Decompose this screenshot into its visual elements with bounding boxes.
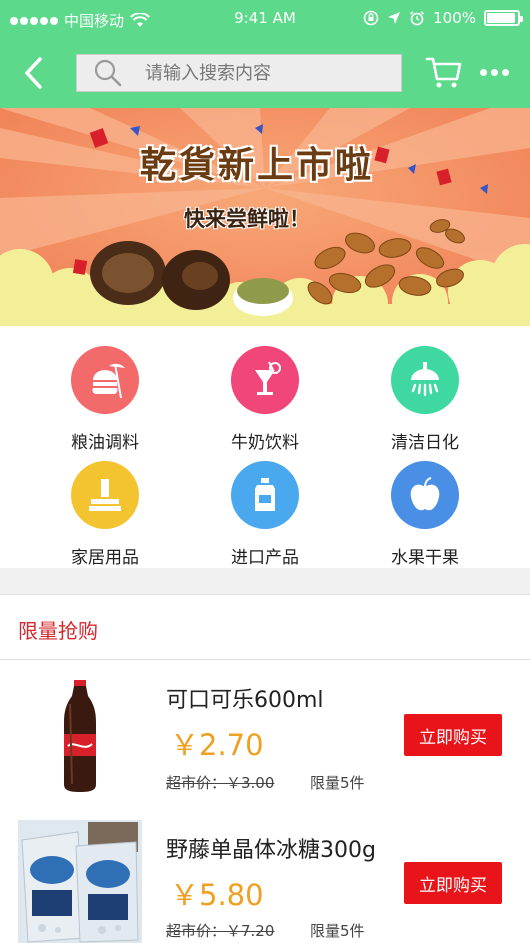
product-price: ￥2.70 — [170, 728, 264, 762]
grain-oil-icon — [71, 346, 139, 414]
location-icon — [388, 12, 401, 24]
rotation-lock-icon — [363, 10, 379, 26]
buy-now-button[interactable]: 立即购买 — [404, 862, 502, 904]
status-bar: 中国移动 9:41 AM 100% — [0, 0, 530, 38]
product-original-price: 超市价：￥7.20 — [166, 922, 275, 940]
battery-percent: 100% — [433, 9, 476, 27]
cart-button[interactable] — [424, 52, 464, 92]
search-icon — [94, 59, 122, 87]
product-image-cola — [18, 674, 142, 798]
product-name: 可口可乐600ml — [166, 688, 324, 713]
shower-icon — [391, 346, 459, 414]
product-limit: 限量5件 — [310, 774, 365, 792]
household-icon — [71, 461, 139, 529]
product-item[interactable]: 可口可乐600ml ￥2.70 超市价：￥3.00 限量5件 立即购买 — [0, 662, 530, 802]
status-icons: 100% — [363, 9, 523, 27]
category-label: 进口产品 — [231, 548, 299, 568]
category-grain-oil[interactable]: 粮油调料 — [35, 346, 175, 456]
cart-icon — [425, 57, 462, 88]
chevron-left-icon — [25, 57, 42, 89]
category-label: 牛奶饮料 — [231, 433, 299, 453]
more-dots-icon — [479, 68, 487, 76]
banner-subtitle: 快来尝鲜啦！ — [184, 207, 310, 231]
apple-icon — [391, 461, 459, 529]
category-household[interactable]: 家居用品 — [35, 461, 175, 571]
buy-now-button[interactable]: 立即购买 — [404, 714, 502, 756]
flash-sale-header: 限量抢购 — [0, 594, 530, 660]
more-button[interactable] — [476, 60, 512, 84]
section-divider — [0, 568, 530, 594]
search-input[interactable] — [145, 62, 365, 84]
banner-title: 乾貨新上市啦 — [140, 144, 375, 186]
product-original-price: 超市价：￥3.00 — [166, 774, 275, 792]
category-label: 家居用品 — [71, 548, 139, 568]
category-label: 水果干果 — [391, 548, 459, 568]
nav-bar — [0, 38, 530, 108]
drink-icon — [231, 346, 299, 414]
bottle-icon — [231, 461, 299, 529]
category-label: 粮油调料 — [71, 433, 139, 453]
category-imported[interactable]: 进口产品 — [195, 461, 335, 571]
category-cleaning[interactable]: 清洁日化 — [355, 346, 495, 456]
category-grid: 粮油调料 牛奶饮料 清洁日化 家居用品 进口产品 水果干果 — [0, 326, 530, 568]
search-bar[interactable] — [76, 54, 402, 92]
promo-banner[interactable]: 乾貨新上市啦 快来尝鲜啦！ — [0, 108, 530, 326]
category-fruit[interactable]: 水果干果 — [355, 461, 495, 571]
back-button[interactable] — [18, 53, 54, 93]
product-limit: 限量5件 — [310, 922, 365, 940]
product-image-rock-sugar — [18, 820, 142, 943]
product-price: ￥5.80 — [170, 878, 264, 912]
category-label: 清洁日化 — [391, 433, 459, 453]
flash-sale-title: 限量抢购 — [18, 619, 98, 643]
product-item[interactable]: 野藤单晶体冰糖300g ￥5.80 超市价：￥7.20 限量5件 立即购买 — [0, 806, 530, 943]
category-drinks[interactable]: 牛奶饮料 — [195, 346, 335, 456]
alarm-icon — [410, 11, 425, 26]
product-name: 野藤单晶体冰糖300g — [166, 838, 376, 863]
battery-icon — [484, 10, 523, 26]
